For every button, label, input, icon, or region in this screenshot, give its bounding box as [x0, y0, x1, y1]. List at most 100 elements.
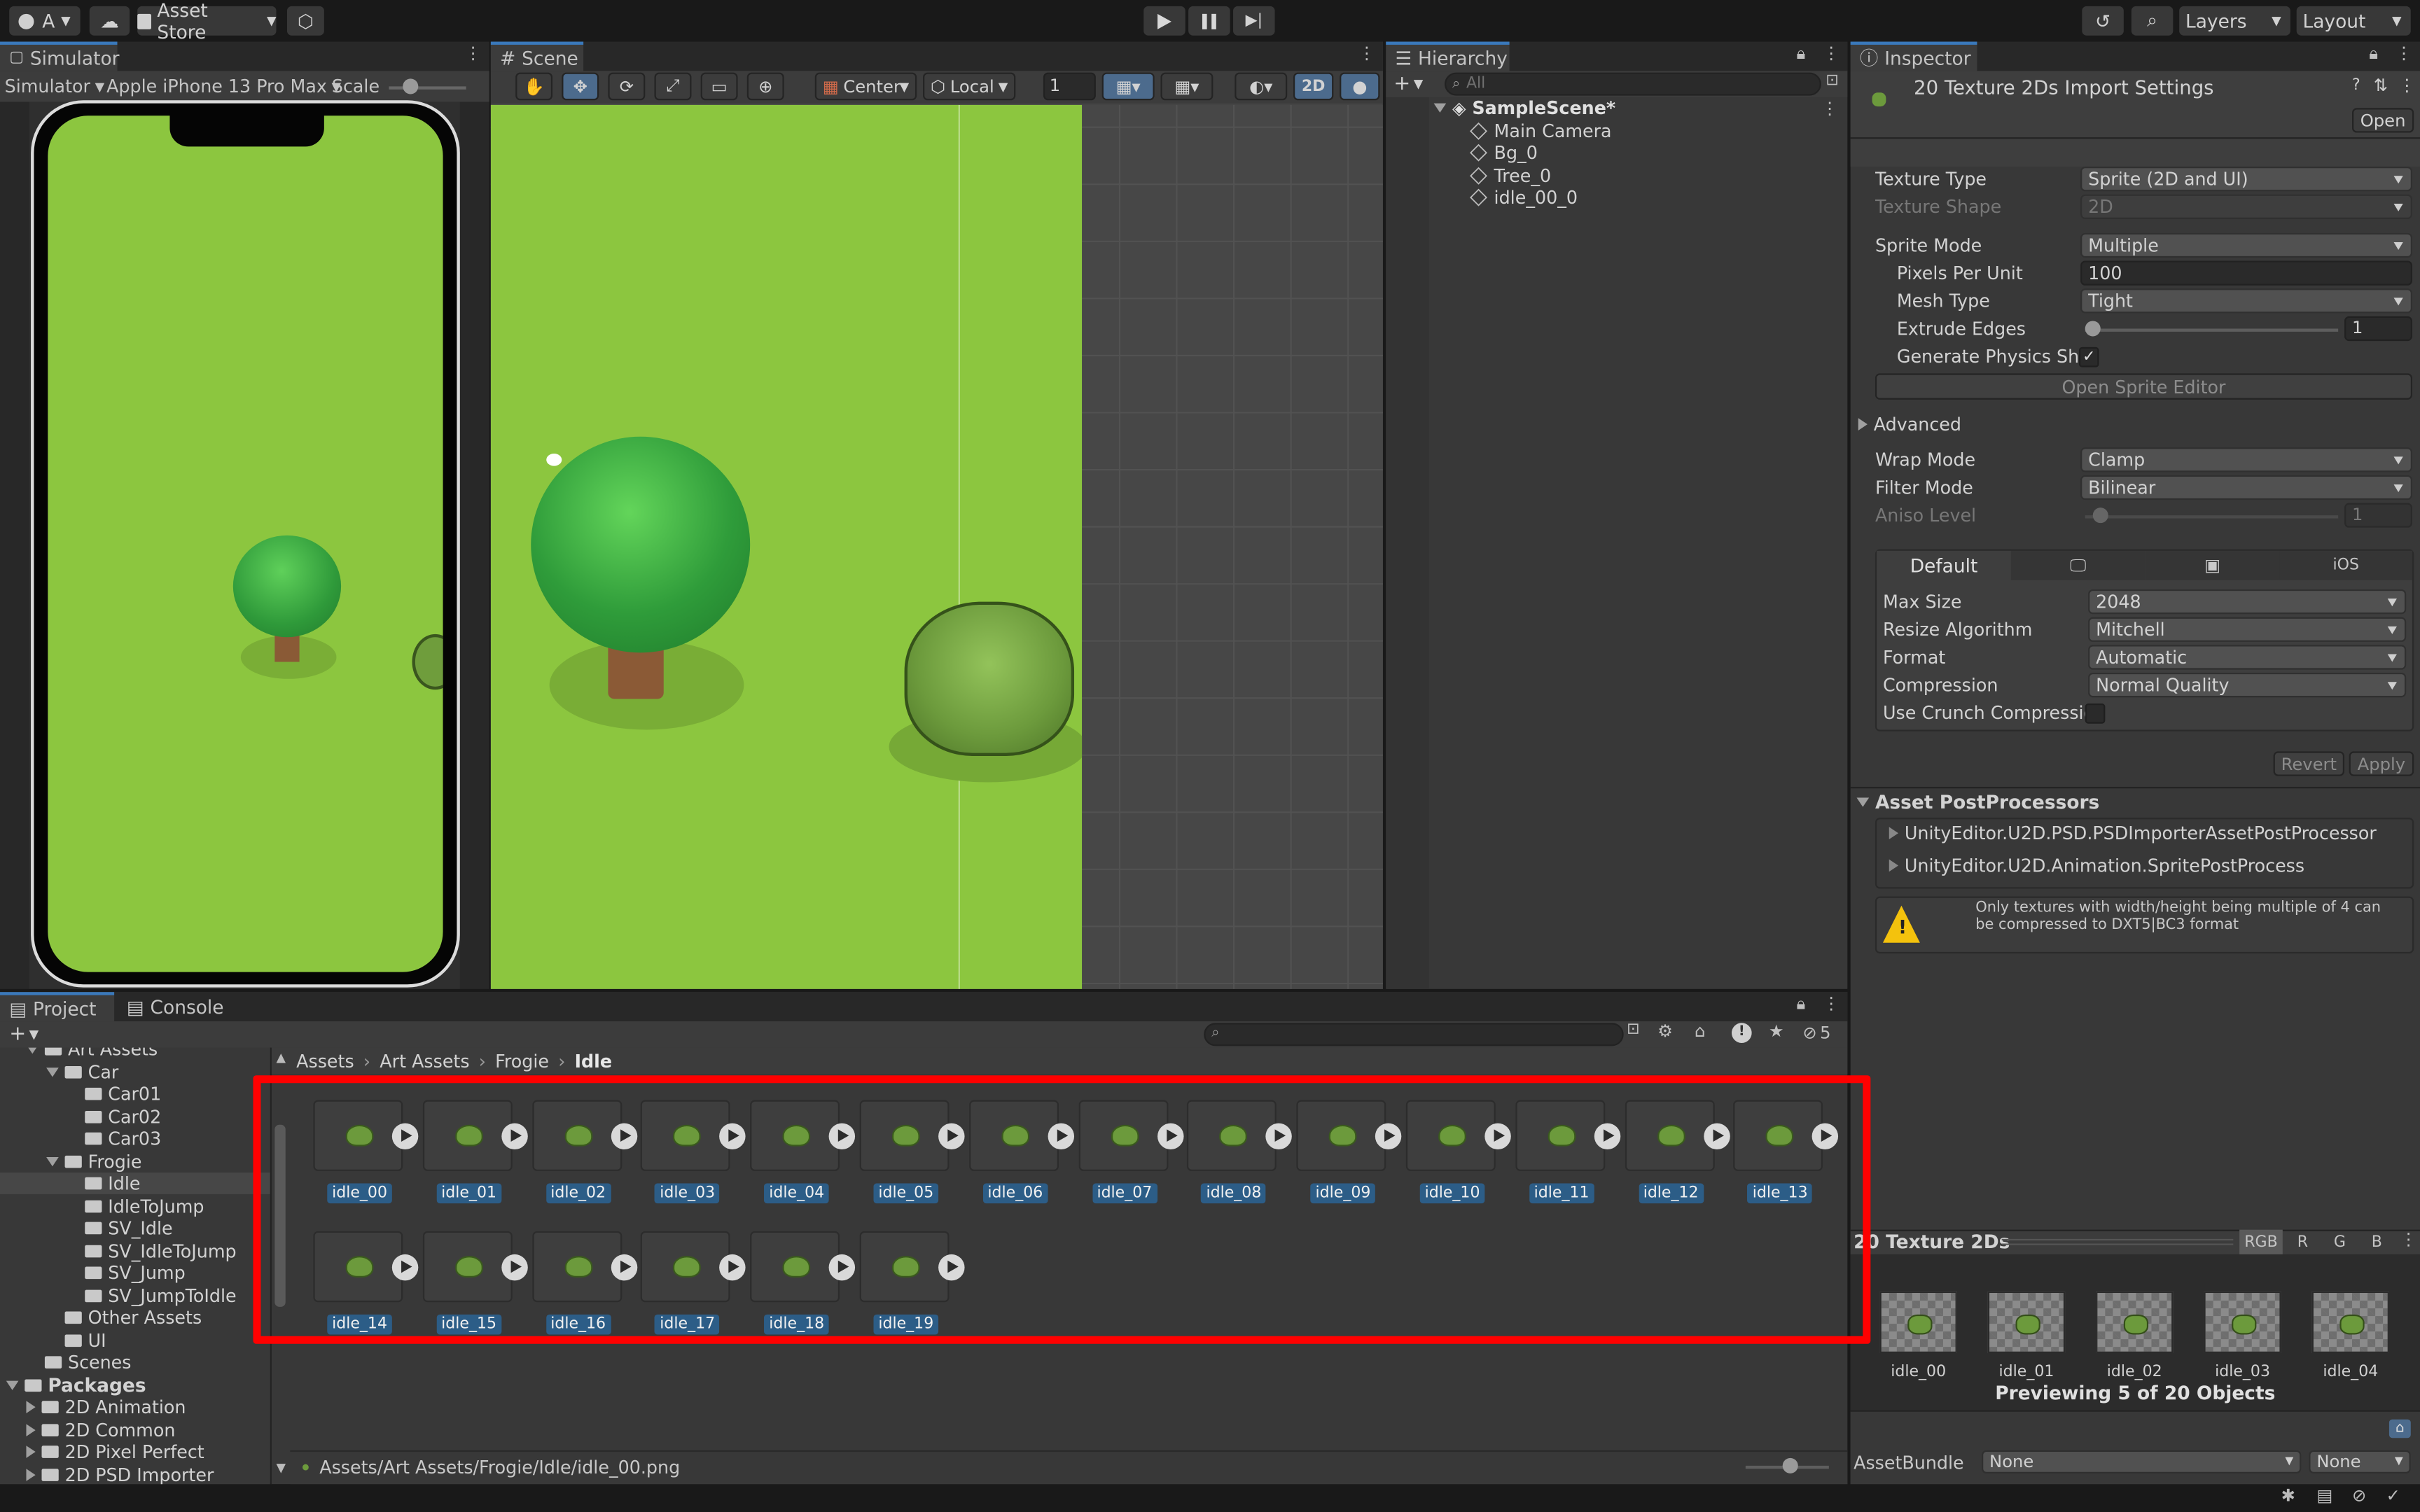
asset-item[interactable]: idle_01: [422, 1100, 530, 1224]
rotate-tool[interactable]: ⟳: [608, 72, 646, 101]
tab-console[interactable]: ▤ Console: [118, 992, 225, 1021]
tree-folder-item[interactable]: Scenes: [0, 1352, 270, 1373]
preview-item[interactable]: idle_03: [2204, 1291, 2281, 1384]
hidden-packages-toggle[interactable]: ⊘ 5: [1802, 1021, 1830, 1044]
expand-sprites-button[interactable]: [719, 1123, 746, 1150]
pause-button[interactable]: [1188, 6, 1230, 36]
texture-type-dropdown[interactable]: Sprite (2D and UI): [2080, 167, 2412, 192]
tree-expand-arrow[interactable]: [26, 1446, 36, 1458]
tab-simulator[interactable]: ▢ Simulator: [0, 41, 120, 71]
channel-rgb[interactable]: RGB: [2239, 1229, 2283, 1254]
inspector-menu-icon[interactable]: ⋮: [2395, 43, 2412, 64]
expand-sprites-button[interactable]: [1048, 1123, 1074, 1150]
collab-button[interactable]: ⬡: [286, 6, 324, 36]
channel-r[interactable]: R: [2286, 1230, 2319, 1254]
asset-item[interactable]: idle_14: [313, 1231, 421, 1354]
tree-folder-item[interactable]: Art Assets: [0, 1047, 270, 1060]
asset-item[interactable]: idle_16: [531, 1231, 640, 1354]
header-menu-icon[interactable]: ⋮: [2398, 76, 2415, 96]
preview-item[interactable]: idle_01: [1987, 1291, 2066, 1384]
tab-inspector[interactable]: ⓘ Inspector: [1850, 41, 1977, 71]
cache-server-icon[interactable]: ▤: [2316, 1486, 2332, 1506]
postprocessor-item[interactable]: UnityEditor.U2D.PSD.PSDImporterAssetPost…: [1889, 822, 2377, 844]
favorite-star-icon[interactable]: ★: [1769, 1021, 1784, 1042]
expand-sprites-button[interactable]: [938, 1123, 965, 1150]
expand-sprites-button[interactable]: [501, 1123, 528, 1150]
max-size-dropdown[interactable]: 2048: [2088, 589, 2407, 615]
hierarchy-search-input[interactable]: ⌕ All: [1445, 72, 1821, 96]
asset-item[interactable]: idle_13: [1734, 1100, 1842, 1224]
tree-folder-item[interactable]: Idle: [0, 1172, 270, 1194]
asset-item[interactable]: idle_12: [1625, 1100, 1732, 1224]
revert-button[interactable]: Revert: [2273, 751, 2344, 776]
project-scrollbar[interactable]: [274, 1124, 286, 1307]
scale-tool[interactable]: ⤢: [654, 72, 692, 101]
expand-sprites-button[interactable]: [391, 1123, 419, 1150]
inspector-lock-icon[interactable]: 🔒︎: [2369, 43, 2378, 65]
scroll-down-arrow[interactable]: ▼: [277, 1461, 286, 1475]
asset-item[interactable]: idle_19: [859, 1231, 968, 1354]
pixels-per-unit-field[interactable]: 100: [2080, 260, 2412, 286]
assetbundle-dropdown[interactable]: None ▼: [1982, 1450, 2302, 1474]
breadcrumb-current[interactable]: Idle: [575, 1050, 612, 1072]
lighting-toggle[interactable]: ●: [1340, 72, 1380, 101]
tree-folder-item[interactable]: Packages: [0, 1374, 270, 1396]
tree-folder-item[interactable]: 2D PSD Importer: [0, 1464, 270, 1484]
simulator-mode-dropdown[interactable]: Simulator ▼: [5, 73, 105, 101]
hierarchy-item[interactable]: Bg_0: [1470, 142, 1538, 164]
sprite-mode-dropdown[interactable]: Multiple: [2080, 232, 2412, 258]
tab-hierarchy[interactable]: ☰ Hierarchy: [1386, 41, 1510, 71]
tree-folder-item[interactable]: 2D Common: [0, 1419, 270, 1441]
tab-project[interactable]: ▤ Project: [0, 992, 115, 1022]
space-dropdown[interactable]: ⬡ Local ▼: [923, 72, 1016, 101]
search-button[interactable]: ⌕: [2131, 6, 2174, 36]
preset-icon[interactable]: ⇅: [2374, 76, 2388, 96]
scale-slider[interactable]: [389, 86, 466, 90]
tree-folder-item[interactable]: 2D Pixel Perfect: [0, 1441, 270, 1462]
breadcrumb-item[interactable]: Assets: [296, 1050, 354, 1072]
expand-sprites-button[interactable]: [610, 1123, 637, 1150]
label-filter-icon[interactable]: ⌂: [1695, 1021, 1705, 1042]
asset-item[interactable]: idle_08: [1187, 1100, 1295, 1224]
preview-item[interactable]: idle_02: [2096, 1291, 2174, 1384]
extrude-edges-slider[interactable]: [2085, 328, 2339, 332]
asset-item[interactable]: idle_05: [859, 1100, 968, 1224]
scroll-up-arrow[interactable]: ▲: [277, 1051, 286, 1065]
hierarchy-item[interactable]: Main Camera: [1470, 120, 1612, 142]
asset-item[interactable]: idle_02: [531, 1100, 640, 1224]
extrude-edges-field[interactable]: 1: [2344, 316, 2412, 342]
expand-sprites-button[interactable]: [829, 1123, 856, 1150]
pivot-dropdown[interactable]: ▦ Center ▼: [814, 72, 917, 101]
assetbundle-variant-dropdown[interactable]: None ▼: [2309, 1450, 2411, 1474]
resize-algorithm-dropdown[interactable]: Mitchell: [2088, 617, 2407, 642]
progress-spinner-icon[interactable]: ⊘: [2352, 1486, 2366, 1506]
tree-folder-item[interactable]: Car02: [0, 1105, 270, 1127]
asset-item[interactable]: idle_04: [750, 1100, 858, 1224]
play-button[interactable]: [1143, 6, 1185, 36]
postprocessors-foldout[interactable]: Asset PostProcessors: [1856, 792, 2099, 813]
open-sprite-editor-button[interactable]: Open Sprite Editor: [1875, 373, 2412, 400]
breadcrumb-item[interactable]: Frogie: [495, 1050, 549, 1072]
account-dropdown[interactable]: A ▼: [9, 6, 81, 36]
tree-folder-item[interactable]: Other Assets: [0, 1307, 270, 1329]
preview-item[interactable]: idle_04: [2311, 1291, 2389, 1384]
expand-sprites-button[interactable]: [1157, 1123, 1183, 1150]
platform-tab-standalone[interactable]: 🖵: [2010, 550, 2146, 580]
asset-item[interactable]: idle_17: [641, 1231, 749, 1354]
help-icon[interactable]: ?: [2352, 77, 2360, 94]
asset-store-dropdown[interactable]: Asset Store ▼: [137, 0, 277, 43]
tree-folder-item[interactable]: 2D Animation: [0, 1396, 270, 1418]
preview-item[interactable]: idle_00: [1879, 1291, 1957, 1384]
history-button[interactable]: ↺: [2082, 6, 2124, 36]
tree-folder-item[interactable]: Car01: [0, 1083, 270, 1105]
device-dropdown[interactable]: Apple iPhone 13 Pro Max ▼: [106, 73, 341, 101]
tree-folder-item[interactable]: Frogie: [0, 1150, 270, 1172]
asset-item[interactable]: idle_18: [750, 1231, 858, 1354]
filter-type-icon[interactable]: ⚙: [1657, 1021, 1673, 1042]
layout-dropdown[interactable]: Layout ▼: [2296, 6, 2411, 36]
rect-tool[interactable]: ▭: [700, 72, 738, 101]
scale-slider-thumb[interactable]: [403, 78, 419, 94]
tree-folder-item[interactable]: SV_Idle: [0, 1217, 270, 1239]
tree-folder-item[interactable]: SV_Jump: [0, 1262, 270, 1284]
expand-sprites-button[interactable]: [1812, 1123, 1839, 1150]
